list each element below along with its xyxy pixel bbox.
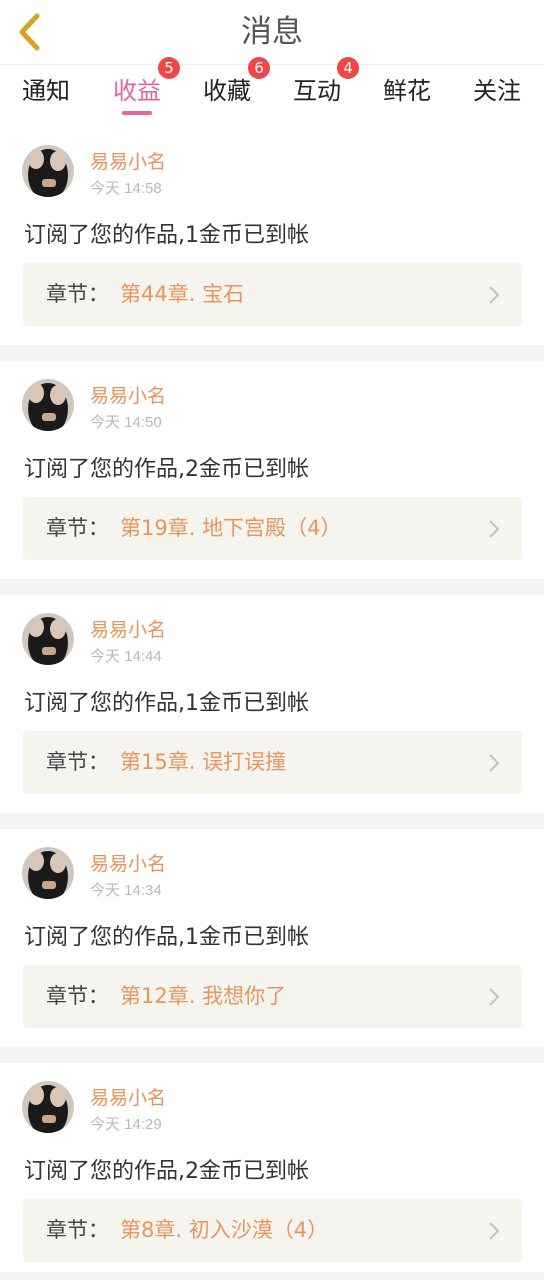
chevron-right-icon bbox=[489, 1222, 500, 1240]
tab-flowers[interactable]: 鲜花 bbox=[362, 65, 452, 127]
chapter-link[interactable]: 章节： 第15章. 误打误撞 bbox=[23, 731, 522, 794]
active-tab-indicator bbox=[122, 111, 152, 115]
timestamp: 今天 14:58 bbox=[90, 180, 162, 197]
tab-notice[interactable]: 通知 bbox=[1, 65, 91, 127]
message-text: 订阅了您的作品,2金币已到帐 bbox=[24, 457, 309, 482]
timestamp: 今天 14:34 bbox=[90, 882, 162, 899]
avatar[interactable] bbox=[22, 613, 74, 665]
divider bbox=[0, 579, 544, 595]
tab-favorites[interactable]: 收藏 6 bbox=[182, 57, 272, 127]
tab-interaction[interactable]: 互动 4 bbox=[272, 57, 362, 127]
timestamp: 今天 14:44 bbox=[90, 648, 162, 665]
divider bbox=[0, 1047, 544, 1063]
username[interactable]: 易易小名 bbox=[90, 615, 166, 642]
message-text: 订阅了您的作品,1金币已到帐 bbox=[24, 223, 309, 248]
chevron-right-icon bbox=[489, 520, 500, 538]
chapter-title: 第8章. 初入沙漠（4） bbox=[120, 1218, 329, 1242]
chevron-right-icon bbox=[489, 754, 500, 772]
chapter-link[interactable]: 章节： 第44章. 宝石 bbox=[23, 263, 522, 326]
tab-label: 通知 bbox=[22, 77, 70, 105]
tab-label: 收益 bbox=[113, 77, 161, 105]
chapter-link[interactable]: 章节： 第8章. 初入沙漠（4） bbox=[23, 1199, 522, 1262]
message-card: 易易小名 今天 14:34 订阅了您的作品,1金币已到帐 章节： 第12章. 我… bbox=[0, 829, 544, 1047]
chapter-link[interactable]: 章节： 第19章. 地下宫殿（4） bbox=[23, 497, 522, 560]
chapter-title: 第15章. 误打误撞 bbox=[120, 750, 287, 774]
tab-bar: 通知 收益 5 收藏 6 互动 4 鲜花 关注 bbox=[0, 57, 544, 127]
tab-badge: 5 bbox=[158, 57, 180, 79]
tab-badge: 4 bbox=[337, 57, 359, 79]
avatar[interactable] bbox=[22, 847, 74, 899]
chapter-label: 章节： bbox=[46, 282, 109, 306]
chapter-title: 第12章. 我想你了 bbox=[120, 984, 287, 1008]
username[interactable]: 易易小名 bbox=[90, 849, 166, 876]
tab-label: 关注 bbox=[473, 77, 521, 105]
tab-follow[interactable]: 关注 bbox=[452, 65, 542, 127]
chapter-label: 章节： bbox=[46, 984, 109, 1008]
top-bar: 消息 bbox=[0, 0, 544, 64]
timestamp: 今天 14:50 bbox=[90, 414, 162, 431]
chapter-label: 章节： bbox=[46, 1218, 109, 1242]
message-card: 易易小名 今天 14:58 订阅了您的作品,1金币已到帐 章节： 第44章. 宝… bbox=[0, 127, 544, 345]
tab-badge: 6 bbox=[248, 57, 270, 79]
message-text: 订阅了您的作品,1金币已到帐 bbox=[24, 691, 309, 716]
divider bbox=[0, 813, 544, 829]
chapter-label: 章节： bbox=[46, 516, 109, 540]
username[interactable]: 易易小名 bbox=[90, 381, 166, 408]
tab-label: 收藏 bbox=[203, 77, 251, 105]
avatar[interactable] bbox=[22, 379, 74, 431]
chapter-link[interactable]: 章节： 第12章. 我想你了 bbox=[23, 965, 522, 1028]
tab-label: 互动 bbox=[293, 77, 341, 105]
username[interactable]: 易易小名 bbox=[90, 147, 166, 174]
message-card: 易易小名 今天 14:29 订阅了您的作品,2金币已到帐 章节： 第8章. 初入… bbox=[0, 1063, 544, 1281]
divider bbox=[0, 1272, 544, 1280]
message-card: 易易小名 今天 14:50 订阅了您的作品,2金币已到帐 章节： 第19章. 地… bbox=[0, 361, 544, 579]
page-title: 消息 bbox=[241, 14, 303, 50]
message-text: 订阅了您的作品,2金币已到帐 bbox=[24, 1159, 309, 1184]
message-text: 订阅了您的作品,1金币已到帐 bbox=[24, 925, 309, 950]
username[interactable]: 易易小名 bbox=[90, 1083, 166, 1110]
avatar[interactable] bbox=[22, 145, 74, 197]
chapter-label: 章节： bbox=[46, 750, 109, 774]
timestamp: 今天 14:29 bbox=[90, 1116, 162, 1133]
message-card: 易易小名 今天 14:44 订阅了您的作品,1金币已到帐 章节： 第15章. 误… bbox=[0, 595, 544, 813]
chevron-right-icon bbox=[489, 286, 500, 304]
tab-earnings[interactable]: 收益 5 bbox=[92, 57, 182, 127]
chevron-right-icon bbox=[489, 988, 500, 1006]
tab-label: 鲜花 bbox=[383, 77, 431, 105]
avatar[interactable] bbox=[22, 1081, 74, 1133]
chapter-title: 第44章. 宝石 bbox=[120, 282, 245, 306]
divider bbox=[0, 345, 544, 361]
chapter-title: 第19章. 地下宫殿（4） bbox=[120, 516, 342, 540]
